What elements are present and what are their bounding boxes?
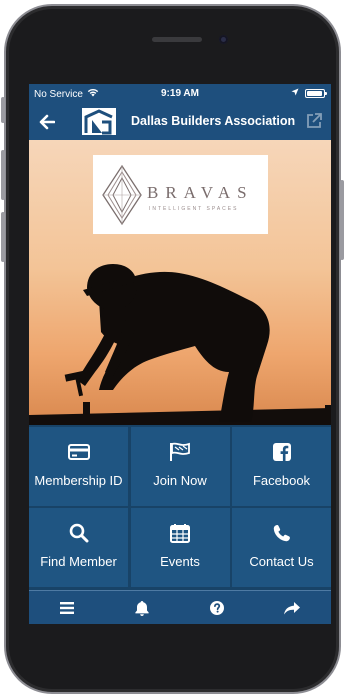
tile-label: Facebook: [252, 473, 311, 488]
menu-icon[interactable]: [29, 591, 104, 624]
id-card-icon: [29, 440, 128, 464]
action-grid: Membership ID Join Now Facebook Find Mem…: [29, 425, 331, 590]
tile-label: Events: [160, 554, 200, 569]
clock: 9:19 AM: [161, 88, 199, 99]
hero-banner: BRAVAS INTELLIGENT SPACES: [29, 140, 331, 425]
join-now-button[interactable]: Join Now: [130, 427, 230, 506]
status-bar: No Service 9:19 AM: [29, 84, 331, 104]
external-link-icon[interactable]: [305, 112, 323, 135]
location-arrow-icon: [291, 88, 299, 99]
phone-icon: [232, 521, 331, 545]
tile-label: Find Member: [40, 554, 117, 569]
bell-icon[interactable]: [104, 591, 179, 624]
facebook-button[interactable]: Facebook: [232, 427, 331, 506]
app-screen: No Service 9:19 AM Dallas Builders Assoc…: [29, 84, 331, 624]
find-member-button[interactable]: Find Member: [29, 508, 128, 587]
bottom-tab-bar: [29, 590, 331, 624]
calendar-icon: [131, 521, 230, 545]
sponsor-tagline: INTELLIGENT SPACES: [149, 206, 239, 212]
sponsor-name: BRAVAS: [147, 183, 254, 202]
back-arrow-icon[interactable]: [39, 109, 56, 135]
mute-switch: [1, 97, 5, 123]
volume-up-button: [1, 150, 5, 200]
facebook-icon: [232, 440, 331, 464]
navigation-bar: Dallas Builders Association: [29, 104, 331, 140]
tile-label: Membership ID: [34, 473, 123, 488]
diamond-emblem-icon: [102, 164, 142, 226]
help-icon[interactable]: [179, 591, 254, 624]
membership-id-button[interactable]: Membership ID: [29, 427, 128, 506]
page-title: Dallas Builders Association: [131, 114, 296, 128]
contact-us-button[interactable]: Contact Us: [232, 508, 331, 587]
tile-label: Join Now: [153, 473, 207, 488]
flag-icon: [131, 440, 230, 464]
tile-label: Contact Us: [249, 554, 314, 569]
speaker-grille: [152, 37, 202, 42]
dba-logo: [82, 108, 116, 135]
front-camera: [219, 35, 228, 44]
volume-down-button: [1, 212, 5, 262]
power-button: [340, 180, 344, 260]
search-icon: [29, 521, 128, 545]
share-icon[interactable]: [254, 591, 329, 624]
events-button[interactable]: Events: [130, 508, 230, 587]
sponsor-logo[interactable]: BRAVAS INTELLIGENT SPACES: [93, 155, 268, 234]
battery-icon: [305, 89, 327, 98]
